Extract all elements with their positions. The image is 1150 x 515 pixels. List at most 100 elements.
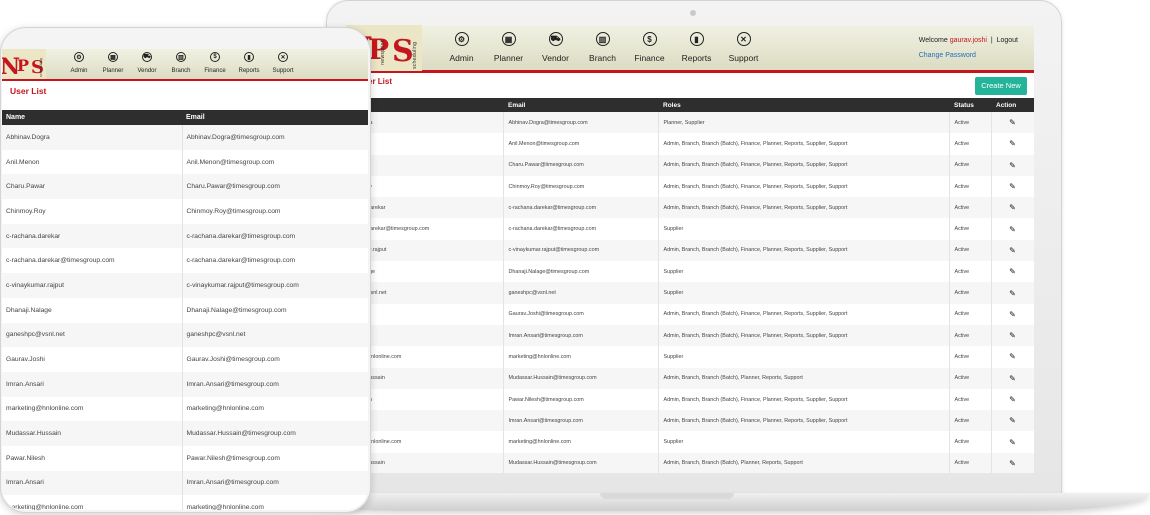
nav-item-planner[interactable]: ▦ Planner [485,25,532,71]
nav-item-finance[interactable]: $ Finance [626,25,673,71]
tablet-nav-item-vendor[interactable]: ⛟ Vendor [130,49,164,79]
cell-roles: Supplier [658,282,950,304]
cell-email: marketing@hnlonline.com [182,495,368,510]
logout-link[interactable]: Logout [997,37,1018,44]
tablet-brand-logo[interactable]: N P S scheduling [2,49,46,79]
nav-item-vendor[interactable]: ⛟ Vendor [532,25,579,71]
table-row[interactable]: Chinmoy.Roy Chinmoy.Roy@timesgroup.com [2,199,368,224]
edit-icon[interactable]: ✎ [991,282,1034,304]
user-panel: Welcome gaurav.joshi | Logout Change Pas… [919,33,1018,63]
cell-email: Chinmoy.Roy@timesgroup.com [182,199,368,224]
edit-icon[interactable]: ✎ [991,175,1034,198]
table-row: assar.HussainMudassar.Hussain@timesgroup… [346,367,1034,389]
col-status[interactable]: Status [949,98,991,112]
truck-icon: ⛟ [548,32,563,46]
tablet-table-header-row: Name Email [2,110,368,125]
cell-status: Active [949,324,992,347]
nav-label-reports: Reports [681,53,712,63]
table-row[interactable]: Imran.Ansari Imran.Ansari@timesgroup.com [2,371,368,397]
cell-roles: Admin, Branch, Branch (Batch), Finance, … [658,324,950,347]
nav-item-admin[interactable]: ⚙ Admin [438,25,485,71]
col-roles[interactable]: Roles [658,98,949,112]
username-link[interactable]: gaurav.joshi [950,37,987,44]
edit-icon[interactable]: ✎ [991,261,1034,283]
cell-email: c-vinaykumar.rajput@timesgroup.com [503,239,659,262]
edit-icon[interactable]: ✎ [991,410,1034,432]
tablet-nav-item-admin[interactable]: ⚙ Admin [62,49,96,79]
cell-name: Abhinav.Dogra [2,125,183,150]
cell-email: Pawar.Nilesh@timesgroup.com [182,445,368,471]
nav-item-reports[interactable]: ▮ Reports [673,25,720,71]
col-email[interactable]: Email [503,98,658,112]
table-row[interactable]: c-vinaykumar.rajput c-vinaykumar.rajput@t… [2,273,368,298]
cell-roles: Supplier [658,218,950,240]
edit-icon[interactable]: ✎ [991,154,1034,176]
edit-icon[interactable]: ✎ [991,239,1034,262]
table-row[interactable]: Charu.Pawar Charu.Pawar@timesgroup.com [2,174,368,200]
change-password-link[interactable]: Change Password [919,48,1018,63]
cell-status: Active [949,218,992,240]
table-row[interactable]: c-rachana.darekar c-rachana.darekar@times… [2,223,368,249]
nav-label-planner: Planner [493,53,524,63]
tablet-page-title: User List [10,86,47,96]
create-new-button[interactable]: Create New [975,77,1027,95]
cell-name: Gaurav.Joshi [2,347,183,372]
svg-text:P: P [17,56,29,75]
table-row: chana.darekar@timesgroup.com c-rachana.da… [346,218,1034,240]
edit-icon[interactable]: ✎ [991,112,1034,134]
table-row[interactable]: Anil.Menon Anil.Menon@timesgroup.com [2,149,368,175]
edit-icon[interactable]: ✎ [991,133,1034,155]
cell-email: Anil.Menon@timesgroup.com [503,133,659,155]
nav-item-branch[interactable]: ▥ Branch [579,25,626,71]
tablet-nav-item-reports[interactable]: ▮ Reports [232,49,266,79]
tablet-col-name[interactable]: Name [2,110,182,125]
edit-icon[interactable]: ✎ [991,388,1034,411]
edit-icon[interactable]: ✎ [991,303,1034,325]
cell-email: Dhanaji.Nalage@timesgroup.com [503,261,659,283]
cell-email: Imran.Ansari@timesgroup.com [503,324,659,347]
tablet-nav-item-branch[interactable]: ▥ Branch [164,49,198,79]
edit-icon[interactable]: ✎ [991,218,1034,240]
edit-icon[interactable]: ✎ [991,367,1034,389]
edit-icon[interactable]: ✎ [991,197,1034,219]
tablet-nav-item-support[interactable]: ✕ Support [266,49,300,79]
tablet-nav-item-finance[interactable]: $ Finance [198,49,232,79]
cell-roles: Admin, Branch, Branch (Batch), Planner, … [658,367,950,389]
cell-email: Anil.Menon@timesgroup.com [182,149,368,175]
table-row[interactable]: marketing@hnlonline.com marketing@hnlonli… [2,495,368,510]
table-row[interactable]: c-rachana.darekar@timesgroup.com c-rachan… [2,248,368,274]
tablet-col-email[interactable]: Email [182,110,368,125]
svg-text:scheduling: scheduling [412,42,418,69]
table-row[interactable]: marketing@hnlonline.com marketing@hnlonli… [2,396,368,422]
cell-email: Abhinav.Dogra@timesgroup.com [182,125,368,150]
cell-roles: Supplier [658,261,950,283]
nav-item-support[interactable]: ✕ Support [720,25,767,71]
table-row[interactable]: ganeshpc@vsnl.net ganeshpc@vsnl.net [2,322,368,348]
cell-name: marketing@hnlonline.com [2,495,183,510]
cell-email: c-rachana.darekar@timesgroup.com [182,248,368,274]
edit-icon[interactable]: ✎ [991,346,1034,368]
cell-status: Active [949,388,992,411]
cell-name: Anil.Menon [2,149,183,175]
cell-name: c-rachana.darekar@timesgroup.com [2,248,183,274]
cell-email: Abhinav.Dogra@timesgroup.com [503,112,659,134]
table-row[interactable]: Pawar.Nilesh Pawar.Nilesh@timesgroup.com [2,445,368,471]
table-row[interactable]: Dhanaji.Nalage Dhanaji.Nalage@timesgroup.… [2,297,368,323]
tablet-nav-item-planner[interactable]: ▦ Planner [96,49,130,79]
cell-status: Active [949,239,992,262]
svg-text:newsprint: newsprint [380,40,386,65]
edit-icon[interactable]: ✎ [991,431,1034,453]
table-row[interactable]: Mudassar.Hussain Mudassar.Hussain@timesgr… [2,421,368,446]
table-row[interactable]: Gaurav.Joshi Gaurav.Joshi@timesgroup.com [2,347,368,372]
cell-status: Active [949,346,992,368]
table-row[interactable]: Imran.Ansari Imran.Ansari@timesgroup.com [2,470,368,496]
edit-icon[interactable]: ✎ [991,324,1034,347]
cell-email: Imran.Ansari@timesgroup.com [182,470,368,496]
table-row[interactable]: Abhinav.Dogra Abhinav.Dogra@timesgroup.co… [2,125,368,150]
cell-name: c-vinaykumar.rajput [2,273,183,298]
cell-name: Dhanaji.Nalage [2,297,183,323]
cell-status: Active [949,367,992,389]
edit-icon[interactable]: ✎ [991,452,1034,473]
cell-roles: Planner, Supplier [658,112,950,134]
cell-name: Imran.Ansari [2,371,183,397]
